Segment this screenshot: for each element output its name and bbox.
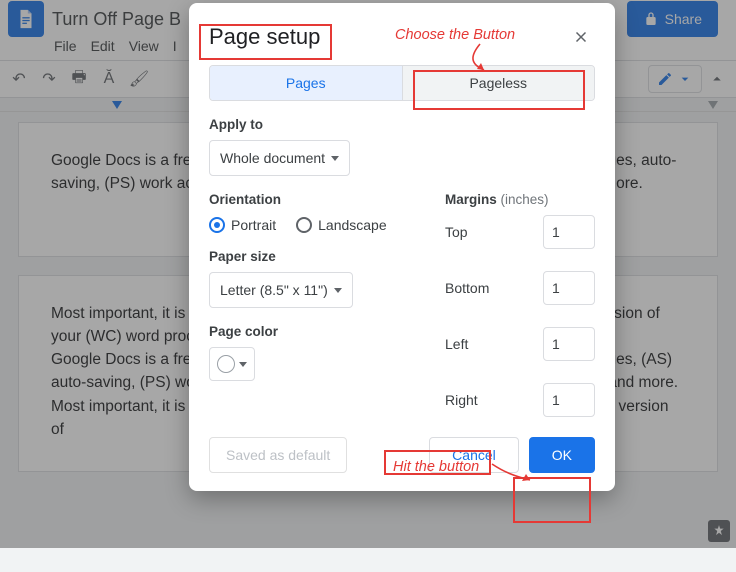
- tab-pageless[interactable]: Pageless: [402, 66, 595, 100]
- caret-down-icon: [239, 362, 247, 367]
- tab-pages[interactable]: Pages: [210, 66, 402, 100]
- radio-portrait[interactable]: Portrait: [209, 217, 276, 233]
- tab-bar: Pages Pageless: [209, 65, 595, 101]
- saved-as-default-button: Saved as default: [209, 437, 347, 473]
- margin-top-input[interactable]: [543, 215, 595, 249]
- margin-bottom-input[interactable]: [543, 271, 595, 305]
- page-color-swatch[interactable]: [209, 347, 255, 381]
- orientation-label: Orientation: [209, 192, 417, 207]
- cancel-button[interactable]: Cancel: [429, 437, 519, 473]
- paper-size-label: Paper size: [209, 249, 417, 264]
- margin-left-input[interactable]: [543, 327, 595, 361]
- dialog-title: Page setup: [209, 24, 320, 50]
- apply-to-value: Whole document: [220, 150, 325, 166]
- apply-to-dropdown[interactable]: Whole document: [209, 140, 350, 176]
- radio-landscape[interactable]: Landscape: [296, 217, 387, 233]
- margin-right-label: Right: [445, 392, 478, 408]
- margins-label: Margins (inches): [445, 192, 595, 207]
- apply-to-label: Apply to: [209, 117, 595, 132]
- paper-size-value: Letter (8.5" x 11"): [220, 282, 328, 298]
- margin-right-input[interactable]: [543, 383, 595, 417]
- margin-top-label: Top: [445, 224, 468, 240]
- ok-button[interactable]: OK: [529, 437, 595, 473]
- radio-selected-icon: [209, 217, 225, 233]
- close-icon: [572, 28, 590, 46]
- radio-portrait-label: Portrait: [231, 217, 276, 233]
- page-color-label: Page color: [209, 324, 417, 339]
- radio-landscape-label: Landscape: [318, 217, 387, 233]
- page-setup-dialog: Page setup Pages Pageless Apply to Whole…: [189, 3, 615, 491]
- margin-bottom-label: Bottom: [445, 280, 489, 296]
- radio-unselected-icon: [296, 217, 312, 233]
- margin-left-label: Left: [445, 336, 468, 352]
- caret-down-icon: [334, 288, 342, 293]
- caret-down-icon: [331, 156, 339, 161]
- color-circle-icon: [217, 355, 235, 373]
- paper-size-dropdown[interactable]: Letter (8.5" x 11"): [209, 272, 353, 308]
- dialog-close-button[interactable]: [567, 23, 595, 51]
